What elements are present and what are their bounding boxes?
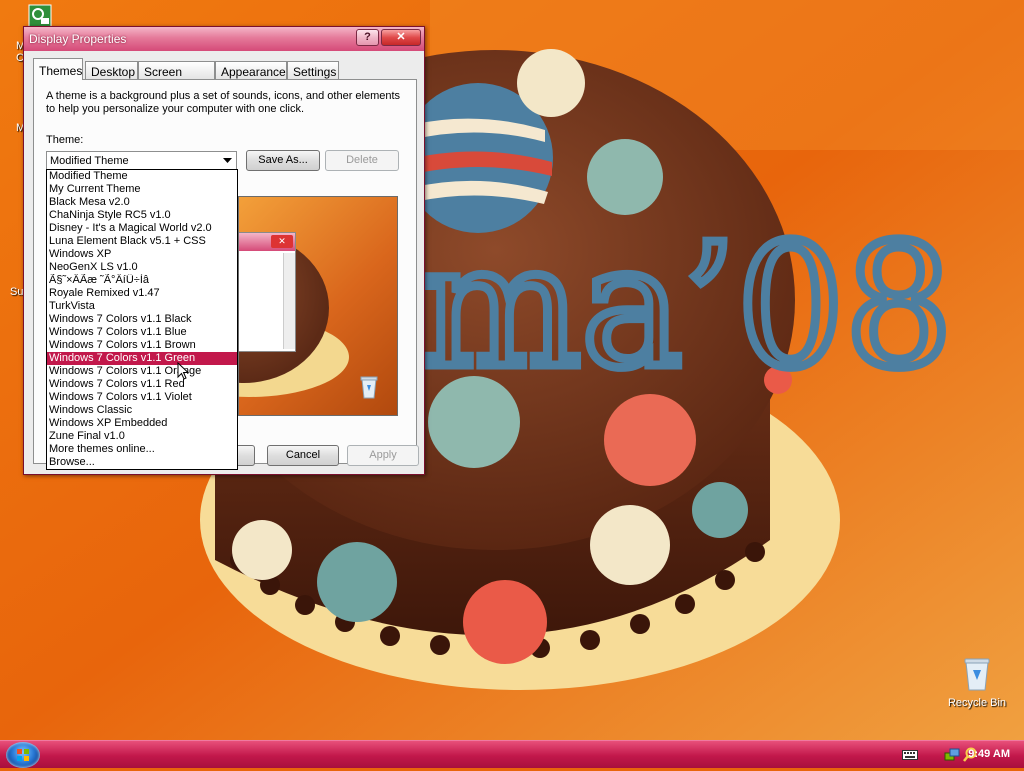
list-item[interactable]: TurkVista: [47, 300, 237, 313]
theme-preview: ✕: [238, 196, 398, 416]
list-item[interactable]: Windows Classic: [47, 404, 237, 417]
list-item[interactable]: Windows 7 Colors v1.1 Brown: [47, 339, 237, 352]
list-item[interactable]: Disney - It's a Magical World v2.0: [47, 222, 237, 235]
mouse-cursor-icon: [177, 361, 190, 383]
theme-select-value: Modified Theme: [50, 155, 129, 167]
save-as-button[interactable]: Save As...: [246, 150, 320, 171]
tab-appearance[interactable]: Appearance: [215, 61, 287, 80]
theme-description: A theme is a background plus a set of so…: [46, 90, 401, 115]
list-item[interactable]: ChaNinja Style RC5 v1.0: [47, 209, 237, 222]
tab-desktop[interactable]: Desktop: [85, 61, 138, 80]
list-item[interactable]: Modified Theme: [47, 170, 237, 183]
tab-screen-saver[interactable]: Screen Saver: [138, 61, 215, 93]
list-item[interactable]: Windows 7 Colors v1.1 Orange: [47, 365, 237, 378]
list-item[interactable]: Windows 7 Colors v1.1 Violet: [47, 391, 237, 404]
preview-window-titlebar: ✕: [239, 233, 295, 251]
recycle-bin-label: Recycle Bin: [947, 697, 1007, 709]
window-title: Display Properties: [29, 32, 127, 46]
close-icon: ✕: [271, 235, 293, 248]
theme-select[interactable]: Modified Theme: [46, 151, 237, 171]
recycle-bin[interactable]: Recycle Bin: [940, 656, 1014, 709]
theme-dropdown-list[interactable]: Modified Theme My Current Theme Black Me…: [46, 169, 238, 470]
list-item[interactable]: Zune Final v1.0: [47, 430, 237, 443]
list-item[interactable]: More themes online...: [47, 443, 237, 456]
list-item[interactable]: Windows 7 Colors v1.1 Black: [47, 313, 237, 326]
cancel-button[interactable]: Cancel: [267, 445, 339, 466]
tab-themes[interactable]: Themes: [33, 58, 83, 80]
list-item[interactable]: Browse...: [47, 456, 237, 469]
list-item[interactable]: Windows 7 Colors v1.1 Red: [47, 378, 237, 391]
delete-button[interactable]: Delete: [325, 150, 399, 171]
keyboard-icon[interactable]: [902, 749, 918, 764]
taskbar: 9:49 AM: [0, 740, 1024, 768]
list-item[interactable]: Windows 7 Colors v1.1 Blue: [47, 326, 237, 339]
system-tray: 9:49 AM: [874, 741, 1024, 769]
preview-recycle-bin-icon: [359, 375, 379, 402]
list-item[interactable]: Windows XP: [47, 248, 237, 261]
start-orb-icon[interactable]: [6, 742, 40, 768]
list-item[interactable]: Windows XP Embedded: [47, 417, 237, 430]
network-icon[interactable]: [944, 747, 960, 766]
tab-settings[interactable]: Settings: [287, 61, 339, 80]
list-item[interactable]: Black Mesa v2.0: [47, 196, 237, 209]
apply-button[interactable]: Apply: [347, 445, 419, 466]
close-button[interactable]: ✕: [381, 29, 421, 46]
help-button[interactable]: ?: [356, 29, 379, 46]
taskbar-clock[interactable]: 9:49 AM: [968, 748, 1010, 760]
list-item[interactable]: My Current Theme: [47, 183, 237, 196]
list-item[interactable]: Royale Remixed v1.47: [47, 287, 237, 300]
recycle-bin-icon: [964, 658, 990, 691]
list-item[interactable]: Luna Element Black v5.1 + CSS: [47, 235, 237, 248]
preview-window: ✕: [239, 232, 296, 352]
svg-text:ma’08: ma’08: [420, 208, 953, 406]
preview-scrollbar: [283, 253, 295, 349]
list-item-selected[interactable]: Windows 7 Colors v1.1 Green: [47, 352, 237, 365]
chevron-down-icon[interactable]: [219, 152, 236, 170]
list-item[interactable]: Ã§˜×ÂÃæ ˜Ã°ÂíÛ÷Ìâ: [47, 274, 237, 287]
window-titlebar[interactable]: Display Properties ? ✕: [24, 27, 424, 51]
desktop-icon-label-fragment: Su: [10, 286, 24, 298]
theme-label: Theme:: [46, 134, 84, 146]
list-item[interactable]: NeoGenX LS v1.0: [47, 261, 237, 274]
